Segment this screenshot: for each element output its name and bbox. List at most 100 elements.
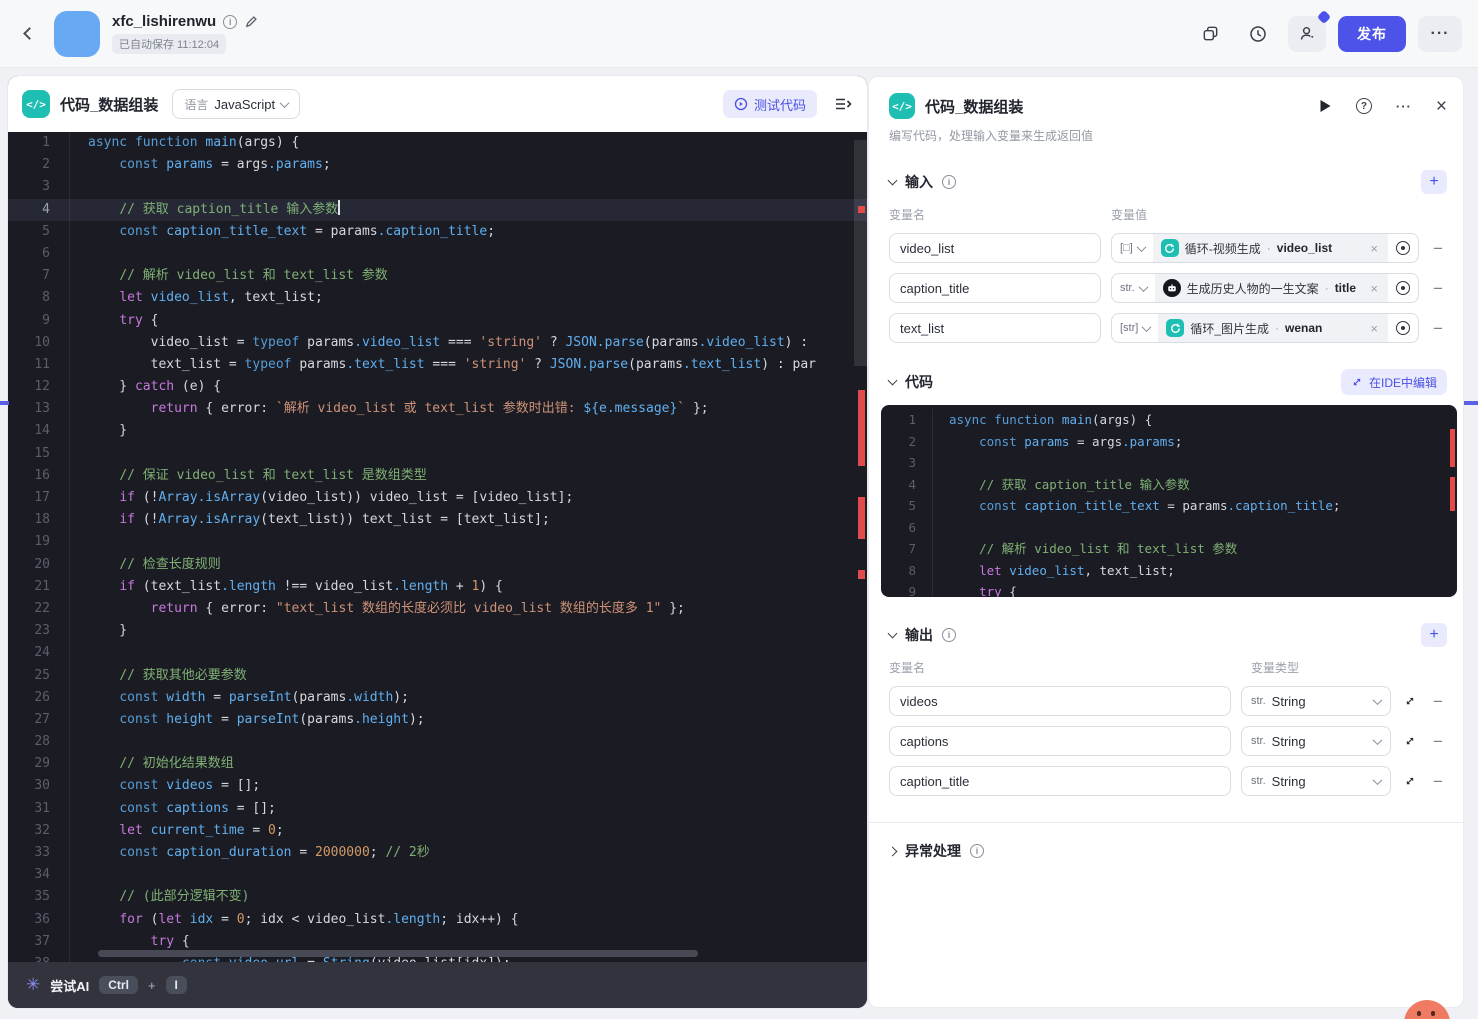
- remove-reference-icon[interactable]: ×: [1368, 241, 1380, 256]
- remove-input-button[interactable]: −: [1429, 240, 1447, 257]
- code-line[interactable]: 35 // (此部分逻辑不变): [8, 886, 867, 909]
- code-line[interactable]: 16 // 保证 video_list 和 text_list 是数组类型: [8, 464, 867, 487]
- edit-in-ide-button[interactable]: 在IDE中编辑: [1340, 369, 1447, 395]
- code-line[interactable]: 15: [8, 442, 867, 465]
- input-var-value-control[interactable]: str. 生成历史人物的一生文案 · title ×: [1111, 273, 1419, 303]
- code-line[interactable]: 14 }: [8, 420, 867, 443]
- output-var-type-select[interactable]: str. String: [1241, 686, 1391, 716]
- add-input-button[interactable]: +: [1421, 170, 1447, 194]
- code-line[interactable]: 9 try {: [8, 309, 867, 332]
- code-node-icon: </>: [889, 93, 915, 119]
- run-node-button[interactable]: [1319, 99, 1332, 113]
- code-line[interactable]: 17 if (!Array.isArray(video_list)) video…: [8, 487, 867, 510]
- code-line[interactable]: 21 if (text_list.length !== video_list.l…: [8, 575, 867, 598]
- value-settings-icon[interactable]: [1388, 274, 1418, 302]
- input-var-value-control[interactable]: [str] 循环_图片生成 · wenan ×: [1111, 313, 1419, 343]
- code-line[interactable]: 6: [8, 242, 867, 266]
- publish-button[interactable]: 发布: [1338, 15, 1406, 52]
- code-line[interactable]: 20 // 检查长度规则: [8, 553, 867, 576]
- test-code-button[interactable]: 测试代码: [722, 90, 817, 118]
- output-var-name-field[interactable]: captions: [889, 726, 1231, 756]
- error-marker: [858, 390, 865, 466]
- language-dropdown[interactable]: 语言 JavaScript: [172, 89, 301, 119]
- remove-reference-icon[interactable]: ×: [1368, 321, 1380, 336]
- code-line[interactable]: 30 const videos = [];: [8, 775, 867, 798]
- vertical-scrollbar[interactable]: [854, 140, 867, 366]
- var-type-dropdown[interactable]: [str]: [1112, 314, 1158, 342]
- variable-reference-tag[interactable]: 循环-视频生成 · video_list ×: [1152, 234, 1388, 262]
- back-button[interactable]: [16, 21, 42, 47]
- code-line[interactable]: 22 return { error: "text_list 数组的长度必须比 v…: [8, 597, 867, 621]
- code-line[interactable]: 32 let current_time = 0;: [8, 819, 867, 842]
- output-var-name-field[interactable]: caption_title: [889, 766, 1231, 796]
- code-line[interactable]: 10 video_list = typeof params.video_list…: [8, 331, 867, 354]
- code-line[interactable]: 19: [8, 531, 867, 554]
- code-editor[interactable]: 1 async function main(args) {2 const para…: [8, 132, 867, 962]
- collapse-output-icon[interactable]: [887, 628, 898, 639]
- value-settings-icon[interactable]: [1388, 234, 1418, 262]
- panel-toggle-button[interactable]: [833, 95, 853, 113]
- input-var-name-field[interactable]: video_list: [889, 233, 1101, 263]
- code-line[interactable]: 28: [8, 731, 867, 754]
- code-line[interactable]: 2 const params = args.params;: [8, 154, 867, 177]
- code-line[interactable]: 26 const width = parseInt(params.width);: [8, 686, 867, 709]
- code-line[interactable]: 34: [8, 864, 867, 887]
- collapse-input-icon[interactable]: [887, 175, 898, 186]
- code-line[interactable]: 7 // 解析 video_list 和 text_list 参数: [8, 265, 867, 288]
- help-button[interactable]: ?: [1355, 98, 1372, 114]
- variable-reference-tag[interactable]: 循环_图片生成 · wenan ×: [1158, 314, 1388, 342]
- code-line[interactable]: 4 // 获取 caption_title 输入参数: [8, 198, 867, 221]
- output-var-type-select[interactable]: str. String: [1241, 766, 1391, 796]
- variable-reference-tag[interactable]: 生成历史人物的一生文案 · title ×: [1154, 274, 1388, 302]
- edit-icon[interactable]: [244, 14, 259, 29]
- value-settings-icon[interactable]: [1388, 314, 1418, 342]
- output-row: videos str. String −: [889, 686, 1447, 716]
- remove-input-button[interactable]: −: [1429, 280, 1447, 297]
- code-line[interactable]: 11 text_list = typeof params.text_list =…: [8, 353, 867, 377]
- more-options-button[interactable]: ···: [1418, 15, 1462, 52]
- code-line[interactable]: 18 if (!Array.isArray(text_list)) text_l…: [8, 509, 867, 532]
- add-output-button[interactable]: +: [1421, 623, 1447, 647]
- var-type-dropdown[interactable]: str.: [1112, 274, 1155, 302]
- output-var-name-field[interactable]: videos: [889, 686, 1231, 716]
- history-button[interactable]: [1240, 16, 1276, 52]
- close-panel-button[interactable]: ×: [1436, 97, 1447, 116]
- node-more-button[interactable]: ···: [1396, 99, 1412, 114]
- remove-input-button[interactable]: −: [1429, 320, 1447, 337]
- code-line[interactable]: 3: [8, 176, 867, 199]
- expand-exception-icon[interactable]: [887, 846, 898, 856]
- collaboration-button[interactable]: [1288, 9, 1332, 52]
- code-line[interactable]: 1 async function main(args) {: [8, 132, 867, 155]
- collapse-code-icon[interactable]: [887, 375, 898, 386]
- input-var-name-field[interactable]: text_list: [889, 313, 1101, 343]
- code-line[interactable]: 23 }: [8, 620, 867, 643]
- code-line[interactable]: 24: [8, 642, 867, 665]
- duplicate-button[interactable]: [1192, 16, 1228, 52]
- input-var-name-field[interactable]: caption_title: [889, 273, 1101, 303]
- horizontal-scrollbar[interactable]: [98, 950, 698, 957]
- code-line[interactable]: 31 const captions = [];: [8, 797, 867, 820]
- code-line[interactable]: 8 let video_list, text_list;: [8, 287, 867, 310]
- expand-output-button[interactable]: [1401, 695, 1419, 707]
- try-ai-button[interactable]: 尝试AI: [50, 976, 89, 995]
- remove-output-button[interactable]: −: [1429, 773, 1447, 790]
- code-line[interactable]: 12 } catch (e) {: [8, 376, 867, 399]
- code-line[interactable]: 13 return { error: `解析 video_list 或 text…: [8, 398, 867, 421]
- expand-output-button[interactable]: [1401, 775, 1419, 787]
- expand-output-button[interactable]: [1401, 735, 1419, 747]
- remove-reference-icon[interactable]: ×: [1368, 281, 1380, 296]
- remove-output-button[interactable]: −: [1429, 733, 1447, 750]
- line-number: 5: [881, 495, 933, 517]
- code-line[interactable]: 27 const height = parseInt(params.height…: [8, 708, 867, 732]
- code-line[interactable]: 36 for (let idx = 0; idx < video_list.le…: [8, 908, 867, 931]
- code-preview[interactable]: 1 async function main(args) {2 const para…: [881, 405, 1457, 597]
- input-var-value-control[interactable]: [□] 循环-视频生成 · video_list ×: [1111, 233, 1419, 263]
- output-var-type-select[interactable]: str. String: [1241, 726, 1391, 756]
- code-line[interactable]: 29 // 初始化结果数组: [8, 753, 867, 776]
- code-line[interactable]: 25 // 获取其他必要参数: [8, 664, 867, 687]
- code-line[interactable]: 5 const caption_title_text = params.capt…: [8, 220, 867, 243]
- remove-output-button[interactable]: −: [1429, 693, 1447, 710]
- code-line[interactable]: 33 const caption_duration = 2000000; // …: [8, 842, 867, 865]
- var-type-dropdown[interactable]: [□]: [1112, 234, 1153, 262]
- info-icon[interactable]: i: [223, 14, 238, 29]
